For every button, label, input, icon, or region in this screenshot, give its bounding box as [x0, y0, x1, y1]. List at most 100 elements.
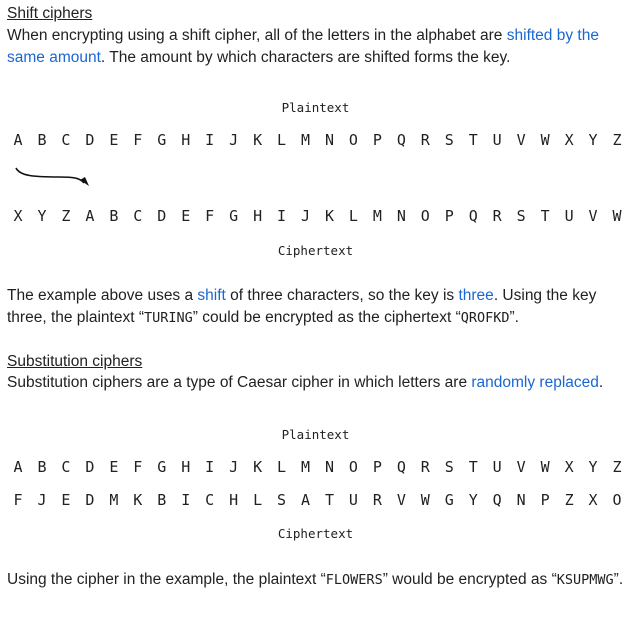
- letter-cell: Y: [588, 458, 598, 476]
- intro-text: Substitution ciphers are a type of Caesa…: [7, 374, 472, 391]
- letter-cell: S: [444, 131, 454, 149]
- letter-cell: C: [61, 131, 71, 149]
- letter-cell: U: [348, 491, 358, 509]
- letter-cell: G: [444, 491, 454, 509]
- letter-cell: I: [205, 131, 215, 149]
- substitution-ciphertext-row: FJEDMKBICHLSATURVWGYQNPZXO: [0, 491, 631, 511]
- letter-cell: S: [516, 207, 526, 225]
- explanation-text: The example above uses a: [7, 287, 198, 304]
- letter-cell: Y: [468, 491, 478, 509]
- substitution-plaintext-row: ABCDEFGHIJKLMNOPQRSTUVWXYZ: [0, 458, 631, 478]
- letter-cell: R: [420, 131, 430, 149]
- substitution-intro: Substitution ciphers are a type of Caesa…: [7, 372, 631, 394]
- letter-cell: W: [540, 458, 550, 476]
- letter-cell: D: [85, 131, 95, 149]
- letter-cell: G: [157, 458, 167, 476]
- letter-cell: G: [157, 131, 167, 149]
- letter-cell: E: [61, 491, 71, 509]
- letter-cell: F: [13, 491, 23, 509]
- letter-cell: Q: [468, 207, 478, 225]
- letter-cell: I: [205, 458, 215, 476]
- letter-cell: O: [348, 458, 358, 476]
- letter-cell: M: [301, 458, 311, 476]
- letter-cell: Q: [396, 458, 406, 476]
- letter-cell: N: [396, 207, 406, 225]
- letter-cell: P: [444, 207, 454, 225]
- shift-plaintext-row: ABCDEFGHIJKLMNOPQRSTUVWXYZ: [0, 131, 631, 151]
- letter-cell: W: [612, 207, 622, 225]
- ciphertext-example-code: KSUPMWG: [556, 572, 614, 588]
- letter-cell: H: [229, 491, 239, 509]
- explanation-text: ” could be encrypted as the ciphertext “: [192, 309, 461, 326]
- letter-cell: K: [133, 491, 143, 509]
- explanation-text: of three characters, so the key is: [225, 287, 459, 304]
- letter-cell: H: [181, 458, 191, 476]
- example-text: ”.: [613, 571, 624, 588]
- shift-plaintext-label: Plaintext: [281, 100, 350, 115]
- letter-cell: K: [253, 458, 263, 476]
- letter-cell: O: [420, 207, 430, 225]
- letter-cell: L: [277, 458, 287, 476]
- letter-cell: Z: [612, 131, 622, 149]
- letter-cell: P: [540, 491, 550, 509]
- letter-cell: Z: [612, 458, 622, 476]
- letter-cell: B: [109, 207, 119, 225]
- letter-cell: N: [516, 491, 526, 509]
- letter-cell: N: [324, 458, 334, 476]
- letter-cell: T: [324, 491, 334, 509]
- letter-cell: A: [85, 207, 95, 225]
- letter-cell: Z: [61, 207, 71, 225]
- intro-text-end: . The amount by which characters are shi…: [100, 49, 511, 66]
- letter-cell: X: [13, 207, 23, 225]
- letter-cell: Q: [396, 131, 406, 149]
- ciphertext-example-code: QROFKD: [460, 310, 510, 326]
- letter-cell: D: [157, 207, 167, 225]
- letter-cell: E: [109, 458, 119, 476]
- letter-cell: F: [133, 131, 143, 149]
- shift-explanation: The example above uses a shift of three …: [7, 285, 631, 329]
- letter-cell: Y: [588, 131, 598, 149]
- letter-cell: B: [157, 491, 167, 509]
- letter-cell: F: [133, 458, 143, 476]
- letter-cell: B: [37, 458, 47, 476]
- shift-ciphertext-row: XYZABCDEFGHIJKLMNOPQRSTUVW: [0, 207, 631, 227]
- explanation-text: ”.: [509, 309, 519, 326]
- substitution-example: Using the cipher in the example, the pla…: [7, 569, 631, 591]
- letter-cell: X: [564, 131, 574, 149]
- letter-cell: A: [13, 458, 23, 476]
- letter-cell: B: [37, 131, 47, 149]
- letter-cell: G: [229, 207, 239, 225]
- letter-cell: J: [301, 207, 311, 225]
- letter-cell: O: [348, 131, 358, 149]
- letter-cell: K: [253, 131, 263, 149]
- letter-cell: R: [372, 491, 382, 509]
- letter-cell: M: [109, 491, 119, 509]
- letter-cell: C: [61, 458, 71, 476]
- plaintext-example-code: TURING: [144, 310, 193, 326]
- letter-cell: W: [540, 131, 550, 149]
- example-text: ” would be encrypted as “: [382, 571, 557, 588]
- shift-link[interactable]: shift: [197, 287, 225, 304]
- letter-cell: E: [181, 207, 191, 225]
- randomly-replaced-link[interactable]: randomly replaced: [471, 374, 599, 391]
- letter-cell: K: [324, 207, 334, 225]
- letter-cell: T: [468, 458, 478, 476]
- substitution-ciphertext-label: Ciphertext: [277, 526, 354, 541]
- letter-cell: L: [277, 131, 287, 149]
- letter-cell: W: [420, 491, 430, 509]
- letter-cell: H: [253, 207, 263, 225]
- letter-cell: E: [109, 131, 119, 149]
- curved-arrow-icon: [15, 167, 89, 186]
- letter-cell: S: [277, 491, 287, 509]
- intro-text-end: .: [598, 374, 604, 391]
- letter-cell: U: [492, 131, 502, 149]
- letter-cell: L: [253, 491, 263, 509]
- letter-cell: T: [540, 207, 550, 225]
- letter-cell: C: [205, 491, 215, 509]
- three-link[interactable]: three: [458, 287, 493, 304]
- letter-cell: Y: [37, 207, 47, 225]
- letter-cell: T: [468, 131, 478, 149]
- letter-cell: U: [564, 207, 574, 225]
- example-text: Using the cipher in the example, the pla…: [7, 571, 326, 588]
- letter-cell: D: [85, 491, 95, 509]
